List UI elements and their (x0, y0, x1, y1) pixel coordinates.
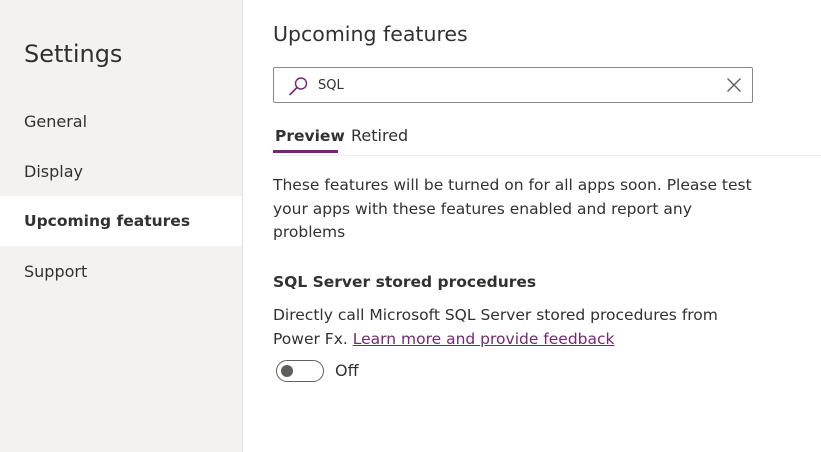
settings-sidebar: Settings General Display Upcoming featur… (0, 0, 243, 452)
search-box[interactable] (273, 67, 753, 103)
search-input[interactable] (318, 73, 698, 97)
sidebar-item-upcoming-features[interactable]: Upcoming features (0, 196, 242, 246)
main-panel: Upcoming features Preview Retired These … (243, 0, 821, 452)
feature-tabs: Preview Retired (273, 120, 821, 156)
selected-tab-indicator (273, 150, 338, 153)
sidebar-item-support[interactable]: Support (0, 247, 242, 297)
close-icon[interactable] (726, 77, 742, 93)
page-title: Upcoming features (273, 22, 468, 46)
sidebar-item-general[interactable]: General (0, 97, 242, 147)
tab-retired[interactable]: Retired (351, 124, 408, 148)
sidebar-title: Settings (24, 40, 123, 68)
tab-preview[interactable]: Preview (275, 124, 345, 148)
search-icon (287, 76, 309, 96)
feature-toggle[interactable] (276, 360, 324, 382)
feature-title: SQL Server stored procedures (273, 273, 537, 291)
tab-description: These features will be turned on for all… (273, 176, 752, 241)
learn-more-link[interactable]: Learn more and provide feedback (353, 330, 615, 348)
toggle-knob (281, 365, 293, 377)
feature-description: Directly call Microsoft SQL Server store… (273, 304, 743, 351)
toggle-state-label: Off (335, 361, 359, 380)
sidebar-item-display[interactable]: Display (0, 147, 242, 197)
